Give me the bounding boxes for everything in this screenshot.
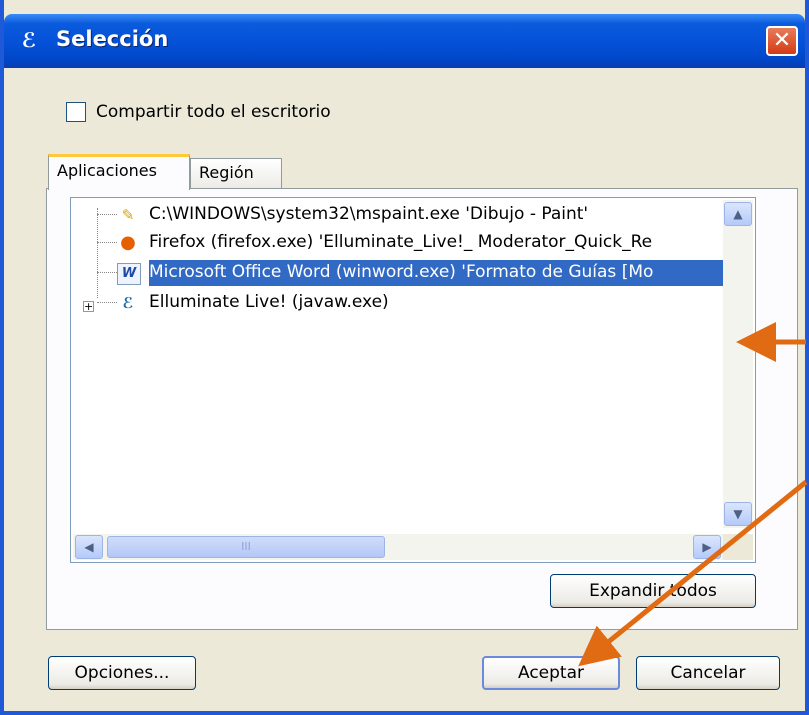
- scroll-down-button[interactable]: ▼: [724, 502, 752, 526]
- tree-item-label: Firefox (firefox.exe) 'Elluminate_Live!_…: [149, 232, 653, 252]
- tab-applications[interactable]: Aplicaciones: [48, 154, 190, 190]
- share-desktop-label[interactable]: Compartir todo el escritorio: [96, 102, 331, 122]
- elluminate-app-icon: ℰ: [21, 28, 37, 52]
- selection-dialog: ℰ Selección ✕ Compartir todo el escritor…: [0, 0, 809, 715]
- horizontal-scrollbar[interactable]: ◀ III ▶: [73, 534, 723, 560]
- tree-item-paint[interactable]: ✎ C:\WINDOWS\system32\mspaint.exe 'Dibuj…: [71, 202, 721, 228]
- cancel-button[interactable]: Cancelar: [636, 656, 780, 690]
- tree-connector: [97, 242, 117, 243]
- window-title: Selección: [56, 27, 169, 51]
- close-button[interactable]: ✕: [766, 26, 798, 56]
- scroll-right-button[interactable]: ▶: [693, 535, 721, 559]
- word-icon: W: [117, 263, 141, 285]
- scrollbar-corner: [723, 534, 753, 560]
- scroll-up-button[interactable]: ▲: [724, 202, 752, 226]
- share-desktop-checkbox[interactable]: [66, 102, 86, 122]
- accept-button[interactable]: Aceptar: [482, 656, 620, 690]
- vertical-scrollbar[interactable]: ▲ ▼: [723, 200, 753, 528]
- expand-all-button[interactable]: Expandir todos: [550, 574, 756, 608]
- tree-connector: [97, 302, 117, 303]
- tree-item-label: Elluminate Live! (javaw.exe): [149, 292, 389, 312]
- tree-connector: [97, 214, 117, 215]
- title-bar[interactable]: ℰ Selección ✕: [4, 14, 805, 68]
- firefox-icon: ●: [120, 232, 136, 253]
- tree-item-firefox[interactable]: ● Firefox (firefox.exe) 'Elluminate_Live…: [71, 230, 721, 256]
- application-tree[interactable]: ✎ C:\WINDOWS\system32\mspaint.exe 'Dibuj…: [70, 197, 756, 563]
- elluminate-icon: ℰ: [122, 294, 134, 312]
- tree-item-word[interactable]: W Microsoft Office Word (winword.exe) 'F…: [71, 260, 723, 286]
- tab-region[interactable]: Región: [190, 158, 282, 188]
- tree-item-label: Microsoft Office Word (winword.exe) 'For…: [149, 262, 654, 282]
- expand-toggle[interactable]: +: [83, 301, 94, 312]
- tree-item-label: C:\WINDOWS\system32\mspaint.exe 'Dibujo …: [149, 204, 589, 224]
- tree-item-elluminate[interactable]: ℰ Elluminate Live! (javaw.exe): [71, 290, 721, 316]
- tree-connector: [97, 272, 117, 273]
- scroll-thumb[interactable]: III: [107, 536, 385, 558]
- paint-icon: ✎: [121, 206, 135, 224]
- options-button[interactable]: Opciones...: [48, 656, 196, 690]
- scroll-left-button[interactable]: ◀: [75, 535, 103, 559]
